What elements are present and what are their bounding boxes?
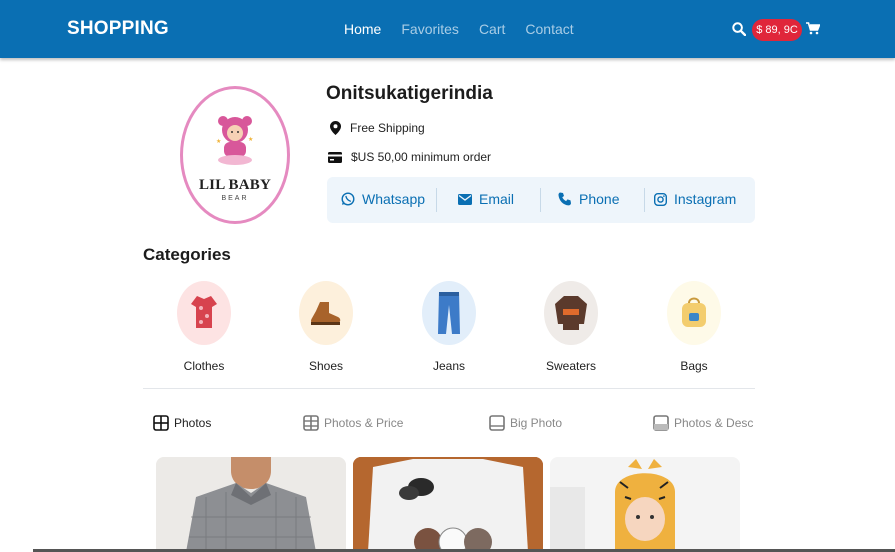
- tab-photos-desc[interactable]: Photos & Desc: [653, 415, 753, 431]
- cart-total-badge[interactable]: $ 89, 9C: [752, 19, 802, 41]
- bears-tshirt-image: [353, 457, 543, 552]
- photo-desc-icon: [653, 415, 669, 431]
- svg-text:★: ★: [248, 136, 253, 143]
- man-in-checked-shirt-image: [156, 457, 346, 552]
- divider: [436, 188, 437, 212]
- whatsapp-icon: [341, 192, 355, 206]
- minimum-order-text: $US 50,00 minimum order: [351, 150, 492, 164]
- bag-icon: [667, 281, 721, 345]
- credit-card-icon: [328, 151, 342, 163]
- category-jeans[interactable]: Jeans: [409, 281, 489, 373]
- nav-home[interactable]: Home: [344, 21, 381, 37]
- category-label: Clothes: [183, 359, 225, 373]
- jeans-icon: [422, 281, 476, 345]
- tab-photos-price[interactable]: Photos & Price: [303, 415, 403, 431]
- divider: [540, 188, 541, 212]
- shipping-info: Free Shipping: [330, 121, 425, 135]
- category-clothes[interactable]: Clothes: [164, 281, 244, 373]
- nav-cart[interactable]: Cart: [479, 21, 505, 37]
- minimum-order-info: $US 50,00 minimum order: [328, 150, 491, 164]
- divider: [143, 388, 755, 389]
- categories-title: Categories: [143, 245, 231, 264]
- shoe-icon: [299, 281, 353, 345]
- category-label: Sweaters: [545, 359, 597, 373]
- whatsapp-button[interactable]: Whatsapp: [341, 191, 425, 207]
- shipping-text: Free Shipping: [350, 121, 425, 135]
- store-name: Onitsukatigerindia: [326, 83, 493, 104]
- category-label: Jeans: [432, 359, 466, 373]
- category-sweaters[interactable]: Sweaters: [531, 281, 611, 373]
- phone-button[interactable]: Phone: [558, 191, 619, 207]
- email-button[interactable]: Email: [458, 191, 514, 207]
- instagram-button[interactable]: Instagram: [654, 191, 736, 207]
- sweater-icon: [544, 281, 598, 345]
- product-photo-shirt[interactable]: [156, 457, 346, 552]
- logo-text: LIL BABY: [198, 177, 272, 193]
- baby-tiger-costume-image: [550, 457, 740, 552]
- tab-photos[interactable]: Photos: [153, 415, 211, 431]
- instagram-icon: [654, 192, 667, 206]
- grid-icon: [153, 415, 169, 431]
- svg-text:★: ★: [216, 138, 221, 145]
- nav-favorites[interactable]: Favorites: [401, 21, 459, 37]
- product-photo-tshirt[interactable]: [353, 457, 543, 552]
- divider: [644, 188, 645, 212]
- big-photo-icon: [489, 415, 505, 431]
- search-icon[interactable]: [732, 22, 747, 41]
- product-photo-tiger-costume[interactable]: [550, 457, 740, 552]
- phone-icon: [558, 192, 571, 206]
- category-label: Shoes: [308, 359, 344, 373]
- category-label: Bags: [680, 359, 708, 373]
- clothes-icon: [177, 281, 231, 345]
- category-shoes[interactable]: Shoes: [286, 281, 366, 373]
- category-bags[interactable]: Bags: [654, 281, 734, 373]
- tab-big-photo[interactable]: Big Photo: [489, 415, 562, 431]
- main-nav: Home Favorites Cart Contact: [344, 21, 594, 37]
- grid-price-icon: [303, 415, 319, 431]
- brand-logo[interactable]: SHOPPING: [67, 18, 169, 40]
- logo-subtext: BEAR: [221, 195, 249, 202]
- cart-icon[interactable]: [806, 22, 821, 40]
- contact-bar: Whatsapp Email Phone Instagram: [327, 177, 755, 223]
- location-pin-icon: [330, 121, 341, 135]
- store-logo: ★ ★ LIL BABY BEAR: [180, 86, 290, 224]
- baby-bear-icon: ★ ★: [215, 113, 255, 170]
- nav-contact[interactable]: Contact: [525, 21, 573, 37]
- top-nav-bar: SHOPPING Home Favorites Cart Contact $ 8…: [0, 0, 895, 58]
- email-icon: [458, 193, 472, 205]
